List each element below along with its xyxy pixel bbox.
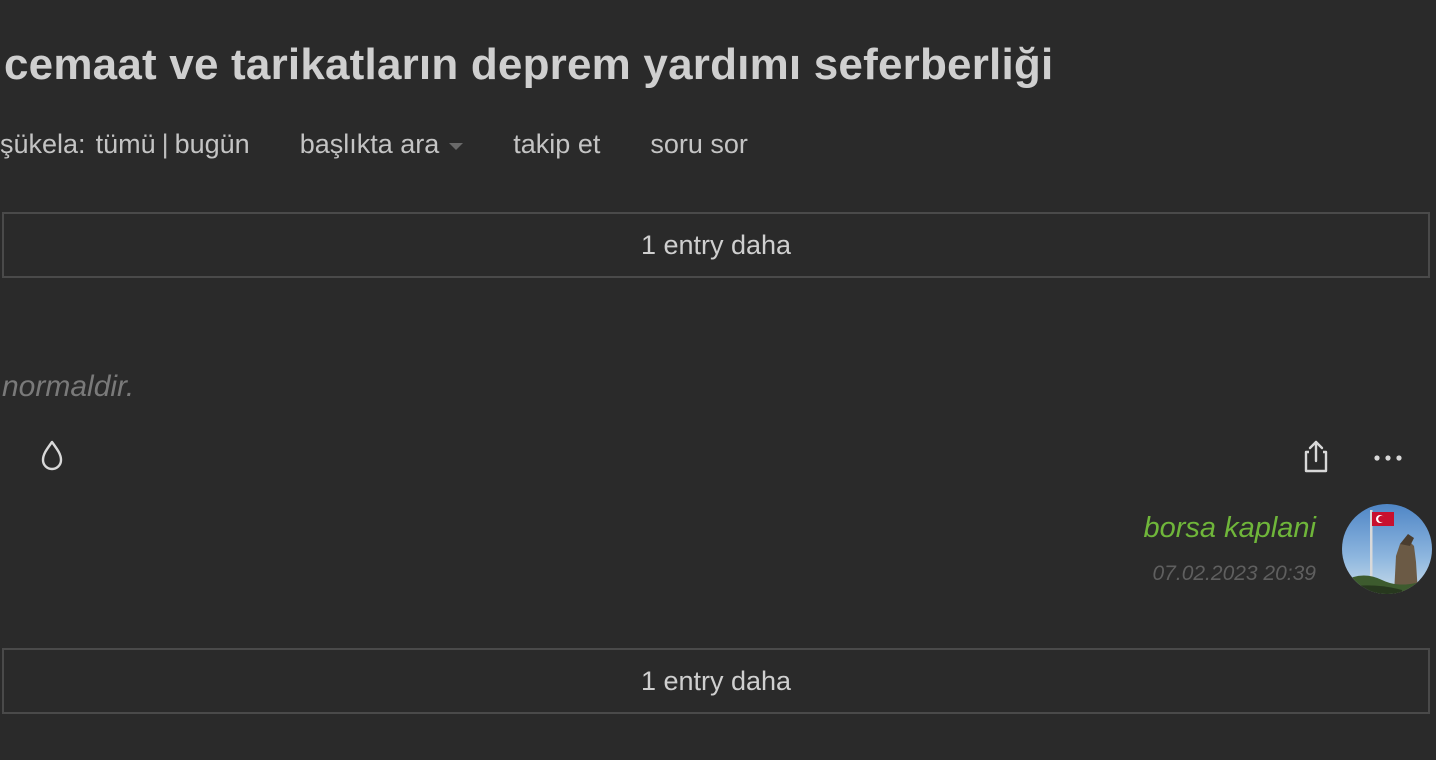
show-more-entries-top-button[interactable]: 1 entry daha [2, 212, 1430, 278]
search-in-topic-label: başlıkta ara [299, 128, 440, 159]
sukela-today-link[interactable]: bugün [175, 129, 250, 160]
author-avatar[interactable] [1342, 504, 1432, 594]
entry-author-link[interactable]: borsa kaplani [1144, 512, 1317, 545]
show-more-entries-label: 1 entry daha [640, 229, 792, 260]
search-in-topic-dropdown[interactable]: başlıkta ara [300, 129, 464, 160]
sukela-all-link[interactable]: tümü [96, 129, 156, 160]
caret-down-icon [449, 142, 464, 150]
show-more-entries-label: 1 entry daha [640, 665, 792, 696]
share-icon[interactable] [1300, 438, 1332, 474]
topic-toolbar: şükela: tümü | bugün başlıkta ara takip … [0, 124, 748, 164]
drop-icon[interactable] [38, 438, 66, 472]
ellipsis-icon[interactable] [1372, 446, 1404, 466]
show-more-entries-bottom-button[interactable]: 1 entry daha [2, 648, 1430, 714]
topic-title[interactable]: cemaat ve tarikatların deprem yardımı se… [4, 40, 1053, 90]
ask-question-link[interactable]: soru sor [650, 129, 748, 160]
entry-date-link[interactable]: 07.02.2023 20:39 [1153, 562, 1317, 586]
sukela-filter: şükela: tümü | bugün [0, 129, 250, 160]
sukela-separator: | [161, 128, 169, 159]
entry-content: normaldir. [2, 370, 135, 403]
sukela-label: şükela: [0, 128, 86, 159]
follow-link[interactable]: takip et [513, 129, 600, 160]
